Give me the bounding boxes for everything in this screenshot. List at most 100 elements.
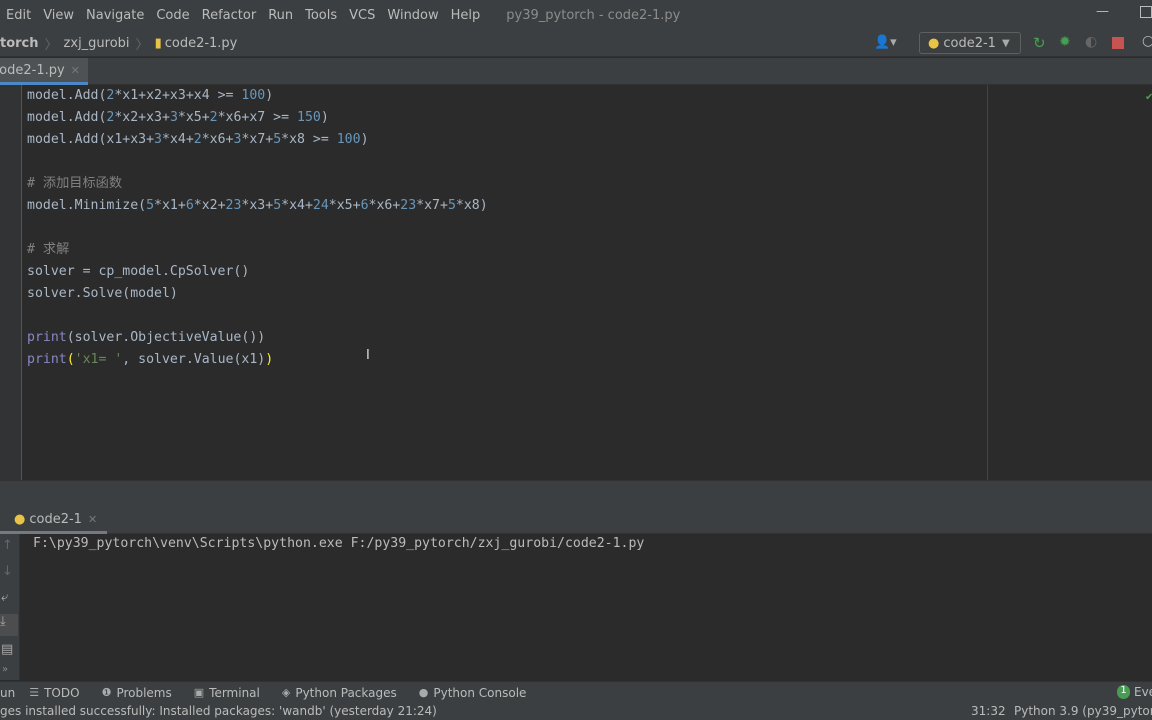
run-console[interactable]: F:\py39_pytorch\venv\Scripts\python.exe … [20,534,1152,680]
breadcrumb-project[interactable]: torch [0,36,39,51]
tool-window-bar: un ☰ TODO ❶ Problems ▣ Terminal ◈ Python Pac… [0,681,1152,703]
code-token: model.Add(x1+x3+ [27,132,155,147]
coverage-icon[interactable]: ◐ [1085,34,1097,50]
run-tabs: ● code2-1 ✕ [0,508,1152,534]
code-token: 23 [400,198,417,213]
menu-edit[interactable]: Edit [0,8,37,23]
rerun-icon[interactable]: ↻ [1033,34,1046,52]
menu-vcs[interactable]: VCS [343,8,381,23]
menu-refactor[interactable]: Refactor [196,8,263,23]
soft-wrap-icon[interactable]: ⤶ [1,590,8,605]
menu-run[interactable]: Run [262,8,299,23]
toolwindow-python-packages[interactable]: ◈ Python Packages [282,686,397,700]
menu-code[interactable]: Code [150,8,195,23]
inspection-ok-icon[interactable]: ✔ [1145,92,1152,103]
code-token: *x8) [455,198,488,213]
code-line: # 求解 [27,239,69,261]
event-log[interactable]: 1 Eve [1117,685,1152,699]
user-icon[interactable]: 👤▾ [874,35,897,50]
console-label: Python Console [433,685,527,700]
code-line: solver.Solve(model) [27,283,178,305]
code-line: # 添加目标函数 [27,173,122,195]
right-margin-guide [987,85,988,480]
interpreter-selector[interactable]: Python 3.9 (py39_pytorc [1014,703,1152,720]
code-token: model.Add( [27,110,107,125]
arrow-up-icon[interactable]: ↑ [2,538,13,553]
code-token: 2 [193,132,202,147]
code-token: print [27,352,67,367]
code-token: ) [265,352,274,367]
code-token: *x4+ [281,198,313,213]
menu-bar: Edit View Navigate Code Refactor Run Too… [0,0,1152,30]
code-line: model.Minimize(5*x1+6*x2+23*x3+5*x4+24*x… [27,195,488,217]
code-token: *x5+ [177,110,210,125]
code-token: 3 [154,132,162,147]
editor-gutter [0,85,22,480]
code-line: model.Add(2*x1+x2+x3+x4 >= 100) [27,85,273,107]
run-tab[interactable]: ● code2-1 ✕ [0,508,108,534]
search-icon[interactable]: ○ [1142,33,1152,49]
tab-code2-1[interactable]: code2-1.py ✕ [0,58,88,85]
arrow-down-icon[interactable]: ↓ [2,564,13,579]
panel-divider[interactable] [0,480,1152,508]
code-token: *x7+ [416,198,448,213]
code-token: ) [320,110,329,125]
code-token: 100 [241,88,266,103]
code-token: *x4+ [162,132,194,147]
toolwindow-todo[interactable]: ☰ TODO [29,686,79,700]
close-icon[interactable]: ✕ [88,513,97,526]
print-icon[interactable]: ▤ [1,642,13,657]
code-token: 5 [447,198,456,213]
minimize-icon[interactable]: — [1096,4,1109,19]
code-token: *x1+ [154,198,186,213]
code-line: print(solver.ObjectiveValue()) [27,327,265,349]
toolwindow-run[interactable]: un [0,686,15,700]
breadcrumb-folder[interactable]: zxj_gurobi [64,36,130,51]
code-line: print('x1= ', solver.Value(x1)) [27,349,273,371]
code-token: *x7+ [241,132,274,147]
debug-icon[interactable]: ✹ [1059,34,1071,50]
menu-tools[interactable]: Tools [299,8,343,23]
code-token: *x6+ [201,132,234,147]
scroll-to-end-icon[interactable]: ⤓ [0,614,18,636]
chevron-down-icon: ▼ [1001,37,1010,49]
packages-icon: ◈ [281,686,291,699]
code-token: 23 [225,198,242,213]
code-token: model.Minimize( [27,198,147,213]
code-line: model.Add(x1+x3+3*x4+2*x6+3*x7+5*x8 >= 1… [27,129,369,151]
more-icon[interactable]: » [2,664,8,675]
event-count-badge: 1 [1117,685,1130,699]
code-token: solver = cp_model.CpSolver() [27,264,250,279]
toolwindow-terminal[interactable]: ▣ Terminal [194,686,260,700]
code-editor[interactable]: model.Add(2*x1+x2+x3+x4 >= 100) model.Add… [22,85,1152,480]
run-toolbar: ↑ ↓ ⤶ ⤓ ▤ » [0,534,20,680]
packages-label: Python Packages [295,685,397,700]
code-token: *x6+x7 >= [217,110,298,125]
window-title: py39_pytorch - code2-1.py [506,7,681,23]
code-token: 150 [297,110,321,125]
code-token: 'x1= ' [74,352,123,367]
event-log-label: Eve [1134,685,1152,699]
toolwindow-problems[interactable]: ❶ Problems [102,686,172,700]
menu-navigate[interactable]: Navigate [80,8,150,23]
code-token: *x2+ [193,198,226,213]
status-message[interactable]: ges installed successfully: Installed pa… [0,703,437,720]
run-config-selector[interactable]: ● code2-1 ▼ [919,32,1021,54]
python-icon: ● [928,35,940,51]
stop-icon[interactable] [1112,37,1124,49]
caret-position[interactable]: 31:32 [971,703,1006,720]
menu-window[interactable]: Window [381,8,444,23]
toolwindow-python-console[interactable]: ● Python Console [419,686,527,700]
maximize-icon[interactable] [1140,6,1152,18]
code-token: (solver.ObjectiveValue()) [66,330,266,345]
code-token: *x3+ [241,198,274,213]
breadcrumb-file[interactable]: code2-1.py [165,36,238,51]
code-token: 5 [273,132,282,147]
close-icon[interactable]: ✕ [71,64,80,77]
console-output: F:\py39_pytorch\venv\Scripts\python.exe … [33,536,645,551]
terminal-label: Terminal [209,685,260,700]
code-token: ) [360,132,369,147]
menu-view[interactable]: View [37,8,80,23]
code-token: solver.Solve(model) [27,286,178,301]
menu-help[interactable]: Help [445,8,487,23]
